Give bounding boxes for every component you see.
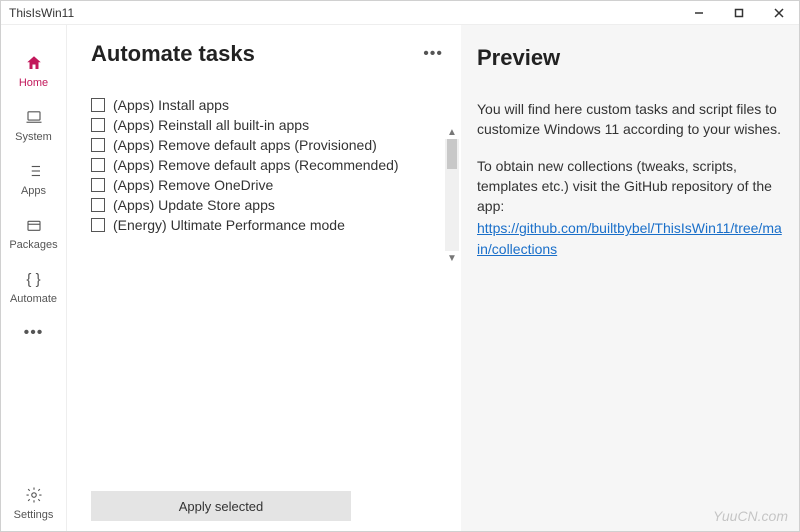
apply-selected-button[interactable]: Apply selected [91, 491, 351, 521]
maximize-button[interactable] [719, 1, 759, 25]
watermark: YuuCN.com [713, 508, 788, 524]
preview-title: Preview [477, 45, 783, 71]
task-row[interactable]: (Apps) Reinstall all built-in apps [91, 115, 443, 135]
sidebar-item-label: Apps [21, 185, 46, 197]
gear-icon [24, 485, 44, 505]
github-link[interactable]: https://github.com/builtbybel/ThisIsWin1… [477, 220, 782, 256]
sidebar-item-more[interactable]: ••• [1, 315, 66, 357]
sidebar: Home System Apps Packages { } Automate •… [1, 25, 67, 531]
preview-description-1: You will find here custom tasks and scri… [477, 99, 783, 140]
task-label: (Apps) Remove default apps (Provisioned) [113, 137, 377, 153]
window-controls [679, 1, 799, 25]
task-row[interactable]: (Energy) Ultimate Performance mode [91, 215, 443, 235]
task-row[interactable]: (Apps) Remove OneDrive [91, 175, 443, 195]
scroll-track[interactable] [445, 139, 459, 251]
sidebar-item-home[interactable]: Home [1, 45, 66, 99]
sidebar-item-automate[interactable]: { } Automate [1, 261, 66, 315]
app-body: Home System Apps Packages { } Automate •… [1, 25, 799, 531]
task-label: (Energy) Ultimate Performance mode [113, 217, 345, 233]
checkbox[interactable] [91, 118, 105, 132]
sidebar-item-settings[interactable]: Settings [1, 477, 66, 531]
scroll-thumb[interactable] [447, 139, 457, 169]
titlebar: ThisIsWin11 [1, 1, 799, 25]
more-menu-button[interactable]: ••• [423, 45, 451, 63]
scrollbar[interactable]: ▲ ▼ [445, 125, 459, 265]
sidebar-item-system[interactable]: System [1, 99, 66, 153]
list-icon [24, 161, 44, 181]
task-label: (Apps) Remove OneDrive [113, 177, 273, 193]
braces-icon: { } [24, 269, 44, 289]
tasks-panel: Automate tasks ••• (Apps) Install apps (… [67, 25, 461, 531]
sidebar-item-label: System [15, 131, 52, 143]
task-label: (Apps) Install apps [113, 97, 229, 113]
task-list[interactable]: (Apps) Install apps (Apps) Reinstall all… [91, 95, 451, 483]
sidebar-item-label: Home [19, 77, 48, 89]
scroll-down-icon[interactable]: ▼ [445, 251, 459, 265]
checkbox[interactable] [91, 218, 105, 232]
task-row[interactable]: (Apps) Install apps [91, 95, 443, 115]
home-icon [24, 53, 44, 73]
task-label: (Apps) Reinstall all built-in apps [113, 117, 309, 133]
checkbox[interactable] [91, 178, 105, 192]
scroll-up-icon[interactable]: ▲ [445, 125, 459, 139]
page-title: Automate tasks [91, 41, 255, 67]
sidebar-item-label: Automate [10, 293, 57, 305]
window-title: ThisIsWin11 [9, 6, 74, 20]
minimize-button[interactable] [679, 1, 719, 25]
main-area: Automate tasks ••• (Apps) Install apps (… [67, 25, 799, 531]
sidebar-item-label: Settings [14, 509, 54, 521]
task-row[interactable]: (Apps) Remove default apps (Provisioned) [91, 135, 443, 155]
checkbox[interactable] [91, 98, 105, 112]
package-icon [24, 215, 44, 235]
preview-description-2: To obtain new collections (tweaks, scrip… [477, 156, 783, 217]
sidebar-item-apps[interactable]: Apps [1, 153, 66, 207]
task-row[interactable]: (Apps) Update Store apps [91, 195, 443, 215]
preview-panel: Preview You will find here custom tasks … [461, 25, 799, 531]
more-icon: ••• [24, 323, 44, 343]
task-row[interactable]: (Apps) Remove default apps (Recommended) [91, 155, 443, 175]
sidebar-item-label: Packages [9, 239, 57, 251]
task-label: (Apps) Remove default apps (Recommended) [113, 157, 399, 173]
sidebar-item-packages[interactable]: Packages [1, 207, 66, 261]
close-button[interactable] [759, 1, 799, 25]
checkbox[interactable] [91, 138, 105, 152]
task-label: (Apps) Update Store apps [113, 197, 275, 213]
checkbox[interactable] [91, 198, 105, 212]
checkbox[interactable] [91, 158, 105, 172]
laptop-icon [24, 107, 44, 127]
